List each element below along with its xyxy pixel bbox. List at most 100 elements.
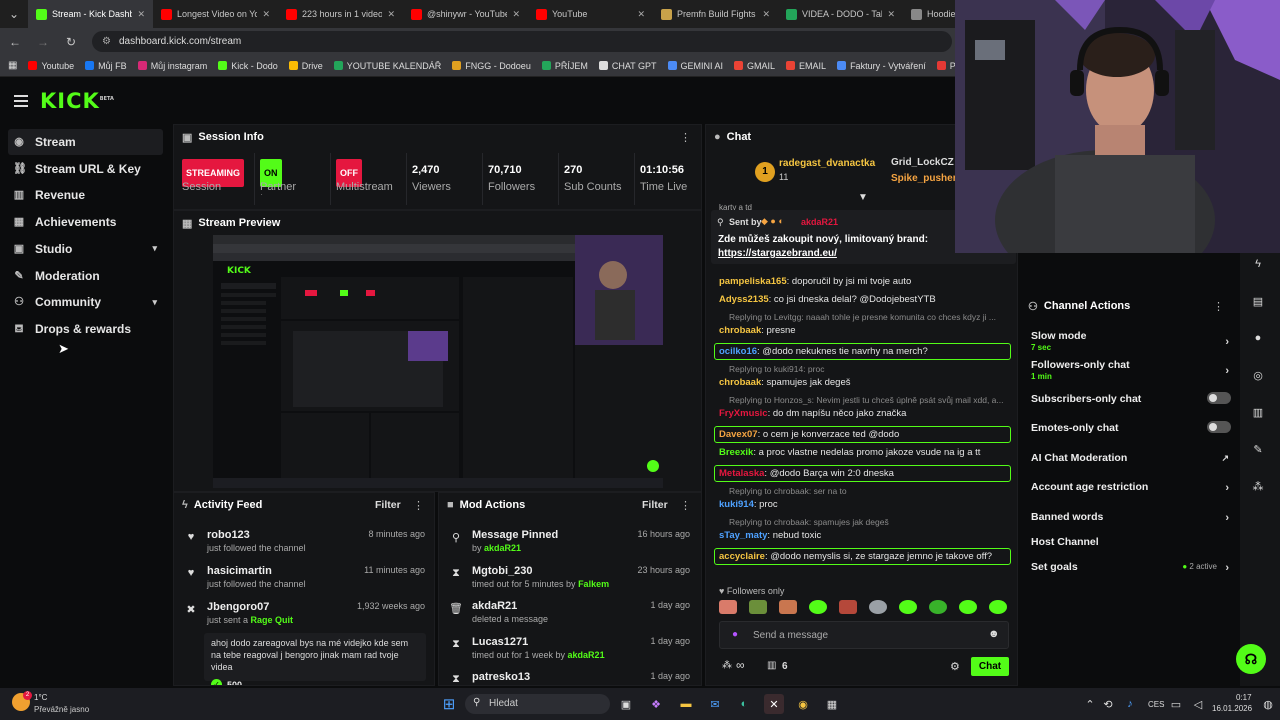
chat-input[interactable]: ● Send a message ☻ bbox=[719, 621, 1009, 649]
site-info-icon[interactable]: ⚙ bbox=[102, 36, 111, 47]
channel-action-account-age-restriction[interactable]: Account age restriction › bbox=[1031, 481, 1231, 494]
channel-action-set-goals[interactable]: Set goals › ● 2 active bbox=[1031, 561, 1231, 574]
chrome-icon[interactable]: ◉ bbox=[793, 694, 813, 714]
chat-settings-icon[interactable]: ⚙ bbox=[950, 660, 960, 673]
feed-sub-highlight[interactable]: Rage Quit bbox=[251, 615, 294, 625]
feed-sub-highlight[interactable]: akdaR21 bbox=[568, 650, 605, 660]
feed-name[interactable]: Message Pinned bbox=[472, 529, 558, 541]
bookmark-item[interactable]: CHAT GPT bbox=[598, 61, 657, 71]
chat-username[interactable]: Metalaska bbox=[719, 468, 764, 479]
chat-username[interactable]: Breexik bbox=[719, 447, 753, 458]
calculator-icon[interactable]: ▦ bbox=[822, 694, 842, 714]
back-icon[interactable]: ← bbox=[8, 35, 22, 49]
channel-action-subscribers-only-chat[interactable]: Subscribers-only chat bbox=[1031, 392, 1231, 405]
tab-close-icon[interactable]: ✕ bbox=[262, 9, 270, 20]
rail-wrench-icon[interactable]: ✎ bbox=[1246, 437, 1270, 461]
mod-filter-button[interactable]: Filter bbox=[642, 499, 668, 511]
toggle-switch[interactable] bbox=[1207, 392, 1231, 404]
emote-7-icon[interactable] bbox=[899, 600, 917, 614]
rail-bolt-icon[interactable]: ϟ bbox=[1246, 252, 1270, 276]
feed-name[interactable]: hasicimartin bbox=[207, 565, 272, 577]
tab-close-icon[interactable]: ✕ bbox=[512, 9, 520, 20]
bookmark-item[interactable]: Youtube bbox=[28, 61, 74, 71]
tab-close-icon[interactable]: ✕ bbox=[762, 9, 770, 20]
stream-preview-video[interactable]: KICK bbox=[213, 235, 663, 488]
channel-action-ai-chat-moderation[interactable]: AI Chat Moderation ↗ bbox=[1031, 452, 1231, 464]
chevron-down-icon[interactable]: ▾ bbox=[152, 243, 157, 254]
tray-ime-icon[interactable]: ▭ bbox=[1166, 694, 1186, 714]
sidebar-item-stream-url-key[interactable]: ⛓ Stream URL & Key bbox=[8, 156, 163, 182]
channel-action-followers-only-chat[interactable]: Followers-only chat 1 min › bbox=[1031, 359, 1231, 381]
sidebar-item-stream[interactable]: ◉ Stream bbox=[8, 129, 163, 155]
activity-filter-button[interactable]: Filter bbox=[375, 499, 401, 511]
pinned-link[interactable]: https://stargazebrand.eu/ bbox=[718, 248, 837, 259]
bookmark-item[interactable]: Faktury - Vytváření bbox=[837, 61, 926, 71]
rail-bank-icon[interactable]: ▥ bbox=[1246, 400, 1270, 424]
emote-8-icon[interactable] bbox=[929, 600, 947, 614]
chevron-right-icon[interactable]: › bbox=[1225, 562, 1229, 574]
chevron-right-icon[interactable]: › bbox=[1225, 482, 1229, 494]
windows-start-icon[interactable]: ⊞ bbox=[439, 694, 459, 714]
bookmark-item[interactable]: EMAIL bbox=[786, 61, 826, 71]
points-icon[interactable]: ⁂ bbox=[722, 660, 732, 671]
pinned-by-name[interactable]: akdaR21 bbox=[801, 217, 838, 227]
chat-username[interactable]: Davex07 bbox=[719, 429, 758, 440]
emote-6-icon[interactable] bbox=[869, 600, 887, 614]
clock-time[interactable]: 0:17 bbox=[1236, 693, 1252, 702]
emote-3-icon[interactable] bbox=[779, 600, 797, 614]
edge-icon[interactable]: ◐ bbox=[734, 694, 754, 714]
tray-volume-icon[interactable]: ◁ bbox=[1188, 694, 1208, 714]
feed-sub-highlight[interactable]: akdaR21 bbox=[484, 543, 521, 553]
channel-actions-menu-icon[interactable]: ⋮ bbox=[1213, 300, 1224, 313]
sidebar-item-studio[interactable]: ▣ Studio ▾ bbox=[8, 236, 163, 262]
mic-icon[interactable]: ● bbox=[732, 629, 738, 640]
tab-search-icon[interactable]: ⌄ bbox=[0, 7, 28, 21]
channel-action-host-channel[interactable]: Host Channel bbox=[1031, 536, 1231, 548]
emoji-icon[interactable]: ☻ bbox=[988, 628, 1000, 640]
help-button[interactable]: ☊ bbox=[1236, 644, 1266, 674]
chat-username[interactable]: sTay_maty bbox=[719, 530, 767, 541]
chat-message[interactable]: Metalaska: @dodo Barça win 2:0 dneska bbox=[714, 465, 1011, 482]
notifications-icon[interactable]: ◍ bbox=[1258, 694, 1278, 714]
chat-message[interactable]: Davex07: o cem je konverzace ted @dodo bbox=[714, 426, 1011, 443]
browser-tab[interactable]: 223 hours in 1 video ✕ bbox=[278, 0, 403, 28]
bookmark-item[interactable]: FNGG - Dodoeu bbox=[452, 61, 531, 71]
bookmark-item[interactable]: Kick - Dodo bbox=[218, 61, 278, 71]
chevron-right-icon[interactable]: › bbox=[1225, 336, 1229, 348]
taskbar-search[interactable]: ⚲ Hledat bbox=[465, 694, 610, 714]
weather-widget[interactable]: 2 1°C Převážně jasno bbox=[12, 691, 122, 717]
chat-send-button[interactable]: Chat bbox=[971, 657, 1009, 676]
bookmark-item[interactable]: YOUTUBE KALENDÁŘ bbox=[333, 61, 441, 71]
feed-name[interactable]: patresko13 bbox=[472, 671, 530, 683]
apps-icon[interactable]: ▦ bbox=[8, 60, 17, 71]
language-indicator[interactable]: CES bbox=[1148, 700, 1164, 709]
chevron-right-icon[interactable]: › bbox=[1225, 512, 1229, 524]
capcut-icon[interactable]: ✕ bbox=[764, 694, 784, 714]
chat-message[interactable]: kuki914: proc bbox=[719, 499, 1011, 510]
top-gifter-name[interactable]: radegast_dvanactka bbox=[779, 158, 875, 169]
emote-10-icon[interactable] bbox=[989, 600, 1007, 614]
emote-1-icon[interactable] bbox=[719, 600, 737, 614]
bookmark-item[interactable]: GMAIL bbox=[734, 61, 775, 71]
url-field[interactable]: ⚙ dashboard.kick.com/stream bbox=[92, 31, 952, 52]
chevron-down-icon[interactable]: ▾ bbox=[152, 297, 157, 308]
bookmark-item[interactable]: PŘÍJEM bbox=[541, 61, 588, 71]
browser-tab[interactable]: Longest Video on Yo ✕ bbox=[153, 0, 278, 28]
sidebar-item-community[interactable]: ⚇ Community ▾ bbox=[8, 289, 163, 315]
chat-message[interactable]: FryXmusic: do dm napíšu něco jako značka bbox=[719, 408, 1011, 419]
channel-action-banned-words[interactable]: Banned words › bbox=[1031, 511, 1231, 524]
chat-username[interactable]: accyclaire bbox=[719, 551, 765, 562]
chat-username[interactable]: Adyss2135 bbox=[719, 294, 769, 305]
file-explorer-icon[interactable]: ▬ bbox=[676, 694, 696, 714]
channel-action-emotes-only-chat[interactable]: Emotes-only chat bbox=[1031, 421, 1231, 434]
feed-name[interactable]: akdaR21 bbox=[472, 600, 517, 612]
feed-name[interactable]: Mgtobi_230 bbox=[472, 565, 533, 577]
tray-mic-icon[interactable]: ♪ bbox=[1120, 694, 1140, 714]
outlook-icon[interactable]: ✉ bbox=[705, 694, 725, 714]
tab-close-icon[interactable]: ✕ bbox=[387, 9, 395, 20]
chat-message[interactable]: sTay_maty: nebud toxic bbox=[719, 530, 1011, 541]
activity-menu-icon[interactable]: ⋮ bbox=[413, 499, 424, 512]
browser-tab[interactable]: Premfn Build Fights (✕ bbox=[653, 0, 778, 28]
bookmark-item[interactable]: GEMINI AI bbox=[667, 61, 723, 71]
task-view-icon[interactable]: ▣ bbox=[616, 694, 636, 714]
